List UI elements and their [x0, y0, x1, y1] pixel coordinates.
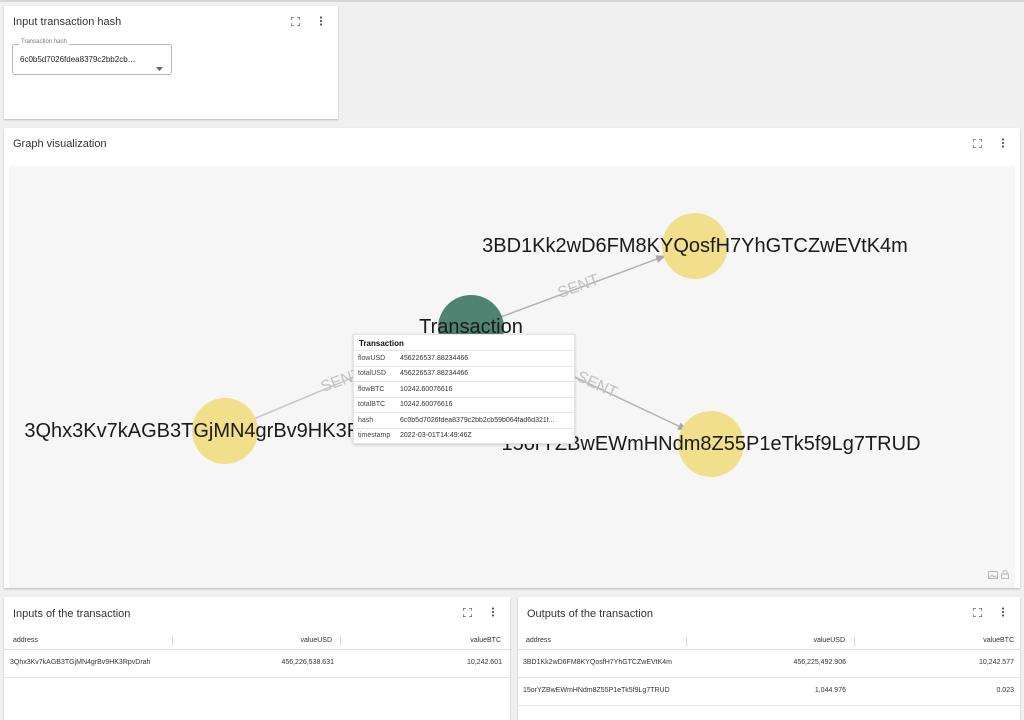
column-header-valuebtc[interactable]: valueBTC [470, 637, 501, 644]
more-vert-icon[interactable] [314, 14, 328, 28]
card-title: Input transaction hash [13, 16, 122, 28]
dropdown-arrow-icon [156, 58, 163, 76]
card-actions [970, 136, 1010, 150]
top-bar [0, 0, 1024, 2]
cell-valueusd: 456,226,538.631 [281, 659, 334, 666]
fullscreen-icon[interactable] [460, 605, 474, 619]
tooltip-value: 456226537.88234466 [400, 370, 469, 378]
cell-valuebtc: 0.023 [996, 687, 1014, 694]
table-row[interactable]: 3BD1Kk2wD6FM8KYQosfH7YhGTCZwEVtK4m 456,2… [518, 650, 1020, 678]
cell-address: 3BD1Kk2wD6FM8KYQosfH7YhGTCZwEVtK4m [523, 659, 672, 666]
lock-icon[interactable] [1001, 566, 1009, 584]
table-header: address valueUSD valueBTC [518, 633, 1020, 650]
tooltip-key: flowBTC [358, 385, 385, 393]
column-header-address[interactable]: address [13, 637, 38, 644]
column-separator [854, 637, 855, 646]
cell-address: 15orYZBwEWmHNdm8Z55P1eTk5f9Lg7TRUD [523, 687, 670, 694]
edge-label-out1: SENT [556, 271, 602, 302]
input-transaction-card: Input transaction hash Transaction hash … [4, 6, 338, 119]
more-vert-icon[interactable] [996, 605, 1010, 619]
tooltip-row: totalUSD 456226537.88234466 [354, 365, 574, 382]
tooltip-value: 2022-03-01T14:49:46Z [400, 432, 472, 440]
cell-valuebtc: 10,242.601 [466, 659, 502, 666]
column-header-valueusd[interactable]: valueUSD [813, 637, 845, 644]
tooltip-row: totalBTC 10242.60076616 [354, 396, 574, 413]
tooltip-key: hash [358, 416, 374, 424]
card-actions [288, 14, 328, 28]
card-title: Outputs of the transaction [527, 608, 653, 620]
column-header-valuebtc[interactable]: valueBTC [983, 637, 1014, 644]
card-actions [970, 605, 1010, 619]
more-vert-icon[interactable] [996, 136, 1010, 150]
card-title: Graph visualization [13, 138, 107, 150]
cell-valueusd: 456,225,492.906 [793, 659, 846, 666]
card-actions [460, 605, 500, 619]
column-separator [340, 637, 341, 646]
inputs-card: Inputs of the transaction address valueU… [4, 597, 510, 720]
table-row[interactable]: 3Qhx3Kv7kAGB3TGjMN4grBv9HK3RpvDrah 456,2… [4, 650, 510, 678]
tooltip-key: timestamp [358, 432, 391, 440]
cell-valueusd: 1,044.976 [814, 687, 846, 694]
tooltip-row: flowUSD 456226537.88234466 [354, 350, 574, 366]
fullscreen-icon[interactable] [970, 136, 984, 150]
tooltip-key: totalUSD [358, 370, 387, 378]
node-label-out1: 3BD1Kk2wD6FM8KYQosfH7YhGTCZwEVtK4m [482, 235, 908, 257]
column-header-address[interactable]: address [526, 637, 551, 644]
edge-label-out2: SENT [574, 368, 620, 402]
graph-canvas[interactable]: SENT SENT SENT Transaction 3BD1Kk2wD6FM8… [9, 166, 1015, 588]
transaction-hash-select[interactable]: Transaction hash 6c0b5d7026fdea8379c2bb2… [12, 39, 172, 76]
table-header: address valueUSD valueBTC [4, 633, 510, 650]
tooltip-key: flowUSD [358, 354, 386, 362]
select-value: 6c0b5d7026fdea8379c2bb2cb59b064fad6d321f… [20, 55, 138, 64]
fullscreen-icon[interactable] [970, 605, 984, 619]
tooltip-title: Transaction [359, 339, 404, 348]
column-separator [686, 637, 687, 646]
outputs-card: Outputs of the transaction address value… [518, 597, 1020, 720]
cell-valuebtc: 10,242.577 [978, 659, 1014, 666]
graph-visualization-card: Graph visualization SENT SENT SENT Trans… [4, 128, 1020, 588]
card-title: Inputs of the transaction [13, 608, 131, 620]
tooltip-value: 10242.60076616 [400, 385, 453, 393]
cell-address: 3Qhx3Kv7kAGB3TGjMN4grBv9HK3RpvDrah [10, 659, 151, 666]
tooltip-row: timestamp 2022-03-01T14:49:46Z [354, 427, 574, 444]
outputs-table: address valueUSD valueBTC 3BD1Kk2wD6FM8K… [518, 633, 1020, 706]
column-separator [172, 637, 173, 646]
inputs-table: address valueUSD valueBTC 3Qhx3Kv7kAGB3T… [4, 633, 510, 678]
tooltip-value: 6c0b5d7026fdea8379c2bb2cb59b064fad6d321f… [400, 416, 555, 424]
tooltip-value: 10242.60076616 [400, 401, 453, 409]
select-label: Transaction hash [19, 39, 69, 45]
column-header-valueusd[interactable]: valueUSD [300, 637, 332, 644]
node-tooltip: Transaction flowUSD 456226537.88234466 t… [353, 334, 575, 444]
tooltip-row: flowBTC 10242.60076616 [354, 381, 574, 397]
more-vert-icon[interactable] [486, 605, 500, 619]
tooltip-key: totalBTC [358, 401, 386, 409]
tooltip-row: hash 6c0b5d7026fdea8379c2bb2cb59b064fad6… [354, 412, 574, 428]
fullscreen-icon[interactable] [288, 14, 302, 28]
tooltip-value: 456226537.88234466 [400, 354, 469, 362]
graph-controls [988, 566, 1009, 584]
table-row[interactable]: 15orYZBwEWmHNdm8Z55P1eTk5f9Lg7TRUD 1,044… [518, 678, 1020, 706]
image-export-icon[interactable] [988, 566, 998, 584]
